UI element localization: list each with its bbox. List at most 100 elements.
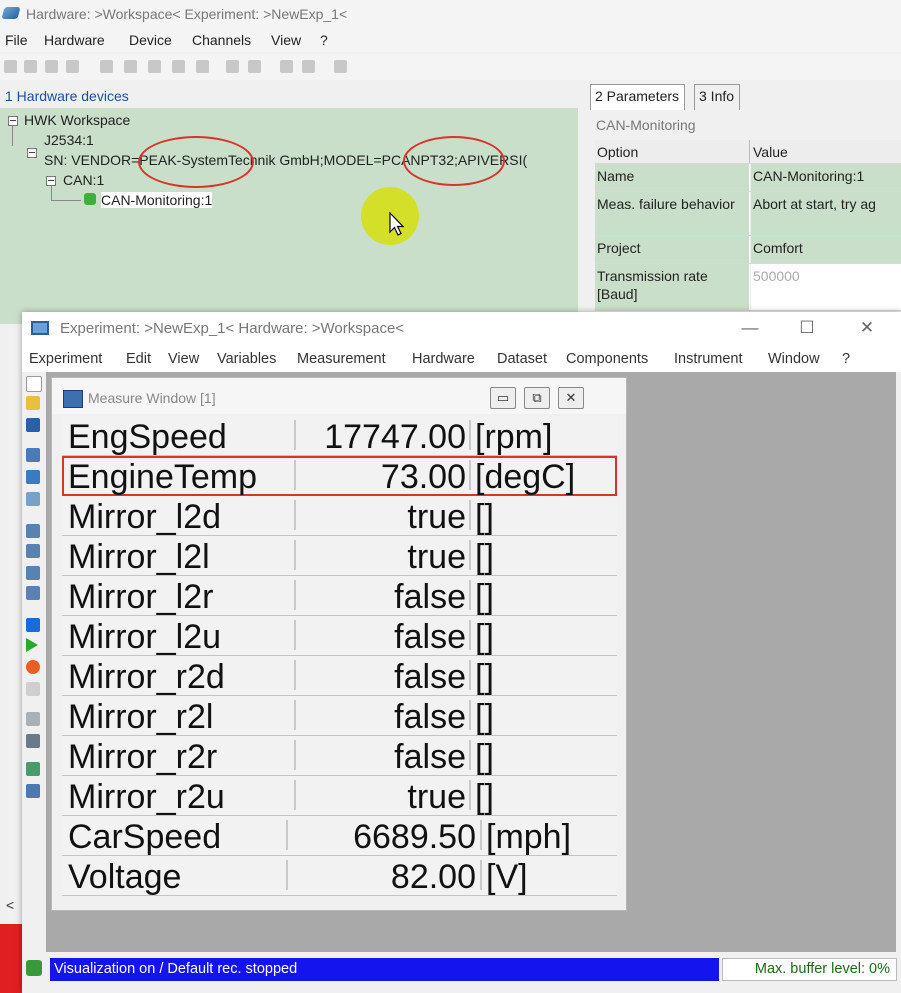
save-icon[interactable] bbox=[24, 60, 37, 73]
param-value[interactable]: CAN-Monitoring:1 bbox=[751, 164, 901, 191]
param-row[interactable]: Project Comfort bbox=[595, 236, 901, 264]
measure-window-titlebar: Measure Window [1] ▭ ⧉ ✕ bbox=[52, 378, 626, 414]
stop-icon[interactable] bbox=[302, 60, 315, 73]
menu-instrument[interactable]: Instrument bbox=[674, 351, 743, 367]
disconnect-icon[interactable] bbox=[26, 712, 40, 726]
menu-file[interactable]: File bbox=[5, 32, 28, 48]
measure-restore-button[interactable]: ⧉ bbox=[524, 387, 550, 409]
connect-icon[interactable] bbox=[26, 734, 40, 748]
hardware-icon[interactable] bbox=[172, 60, 185, 73]
measure-row[interactable]: Mirror_l2u false[] bbox=[62, 616, 617, 656]
annotation-model-circle bbox=[403, 136, 505, 186]
collapse-workspace-icon[interactable] bbox=[8, 116, 18, 126]
window-icon[interactable] bbox=[26, 566, 40, 580]
menu-variables[interactable]: Variables bbox=[217, 351, 276, 367]
menu-help[interactable]: ? bbox=[842, 351, 850, 367]
measure-row[interactable]: Mirror_r2r false[] bbox=[62, 736, 617, 776]
menu-view[interactable]: View bbox=[168, 351, 199, 367]
menu-device[interactable]: Device bbox=[129, 32, 172, 48]
menu-hardware[interactable]: Hardware bbox=[412, 351, 475, 367]
device-icon[interactable] bbox=[66, 60, 79, 73]
device-icon[interactable] bbox=[26, 448, 40, 462]
collapse-can-icon[interactable] bbox=[46, 176, 56, 186]
delete-icon[interactable] bbox=[124, 60, 137, 73]
menu-edit[interactable]: Edit bbox=[126, 351, 151, 367]
measure-row[interactable]: Mirror_r2l false[] bbox=[62, 696, 617, 736]
menu-view[interactable]: View bbox=[271, 32, 301, 48]
measure-variable-name: Voltage bbox=[68, 858, 182, 896]
measure-row[interactable]: Mirror_l2l true[] bbox=[62, 536, 617, 576]
measure-row[interactable]: Mirror_r2d false[] bbox=[62, 656, 617, 696]
layers-icon[interactable] bbox=[26, 470, 40, 484]
zoom-icon[interactable] bbox=[26, 762, 40, 776]
menu-measurement[interactable]: Measurement bbox=[297, 351, 386, 367]
connect-icon[interactable] bbox=[248, 60, 261, 73]
param-row[interactable]: Transmission rate [Baud] 500000 bbox=[595, 264, 901, 311]
measure-minimize-button[interactable]: ▭ bbox=[490, 387, 516, 409]
tree-can[interactable]: CAN:1 bbox=[63, 172, 104, 188]
start-icon[interactable] bbox=[26, 638, 38, 652]
param-value[interactable]: 500000 bbox=[751, 264, 901, 310]
search-icon[interactable] bbox=[4, 60, 17, 73]
minimize-button[interactable]: — bbox=[738, 317, 762, 339]
measure-row[interactable]: Mirror_l2d true[] bbox=[62, 496, 617, 536]
tools-icon[interactable] bbox=[45, 60, 58, 73]
new-icon[interactable] bbox=[26, 376, 42, 392]
measure-row[interactable]: EngineTemp 73.00 [degC] bbox=[62, 456, 617, 496]
edit-icon[interactable] bbox=[334, 60, 347, 73]
vertical-toolbar bbox=[22, 372, 46, 932]
record-icon[interactable] bbox=[26, 660, 40, 674]
menu-experiment[interactable]: Experiment bbox=[29, 351, 102, 367]
param-value[interactable]: Comfort bbox=[751, 236, 901, 263]
measure-row[interactable]: EngSpeed 17747.00 [rpm] bbox=[62, 416, 617, 456]
measure-close-button[interactable]: ✕ bbox=[558, 387, 584, 409]
measure-row[interactable]: Mirror_r2u true[] bbox=[62, 776, 617, 816]
menu-components[interactable]: Components bbox=[566, 351, 648, 367]
measure-row[interactable]: CarSpeed 6689.50 [mph] bbox=[62, 816, 617, 856]
param-row[interactable]: Meas. failure behavior Abort at start, t… bbox=[595, 192, 901, 236]
export-icon[interactable] bbox=[26, 784, 40, 798]
status-bar: Visualization on / Default rec. stopped … bbox=[22, 955, 901, 983]
collapse-sn-icon[interactable] bbox=[27, 148, 37, 158]
measure-unit: [] bbox=[475, 498, 494, 536]
config-icon[interactable] bbox=[148, 60, 161, 73]
menu-channels[interactable]: Channels bbox=[192, 32, 251, 48]
table-icon[interactable] bbox=[26, 544, 40, 558]
tree-can-monitoring[interactable]: CAN-Monitoring:1 bbox=[101, 192, 213, 208]
monitor-icon[interactable] bbox=[226, 60, 239, 73]
open-icon[interactable] bbox=[26, 396, 40, 410]
maximize-button[interactable]: ☐ bbox=[795, 317, 819, 339]
list-icon[interactable] bbox=[26, 524, 40, 538]
measure-variable-name: Mirror_r2u bbox=[68, 778, 225, 816]
tab-parameters[interactable]: 2 Parameters bbox=[590, 84, 686, 110]
play-icon[interactable] bbox=[280, 60, 293, 73]
experiment-titlebar: Experiment: >NewExp_1< Hardware: >Worksp… bbox=[22, 312, 901, 346]
menu-help[interactable]: ? bbox=[320, 32, 328, 48]
close-button[interactable]: ✕ bbox=[855, 317, 879, 339]
measure-row[interactable]: Mirror_l2r false[] bbox=[62, 576, 617, 616]
tree-workspace[interactable]: HWK Workspace bbox=[24, 112, 130, 128]
measure-value: 82.00 bbox=[390, 858, 476, 896]
tab-info[interactable]: 3 Info bbox=[694, 84, 741, 110]
measure-variable-name: Mirror_l2d bbox=[68, 498, 222, 536]
add-icon[interactable] bbox=[100, 60, 113, 73]
param-row[interactable]: Name CAN-Monitoring:1 bbox=[595, 164, 901, 192]
calibrate-icon[interactable] bbox=[26, 492, 40, 506]
save-icon[interactable] bbox=[26, 418, 40, 432]
measure-variable-name: Mirror_l2u bbox=[68, 618, 222, 656]
scroll-left-icon[interactable]: < bbox=[6, 897, 14, 913]
measure-row[interactable]: Voltage 82.00 [V] bbox=[62, 856, 617, 896]
panel-splitter[interactable] bbox=[578, 84, 590, 324]
param-option: Name bbox=[595, 164, 750, 191]
menu-window[interactable]: Window bbox=[768, 351, 820, 367]
tree-j2534[interactable]: J2534:1 bbox=[44, 132, 94, 148]
param-value[interactable]: Abort at start, try ag bbox=[751, 192, 901, 235]
settings-icon[interactable] bbox=[196, 60, 209, 73]
taskbar-strip bbox=[0, 924, 22, 993]
graph-icon[interactable] bbox=[26, 586, 40, 600]
pause-icon[interactable] bbox=[26, 682, 40, 696]
measure-value: false bbox=[394, 578, 466, 616]
menu-hardware[interactable]: Hardware bbox=[44, 32, 105, 48]
panel-icon[interactable] bbox=[26, 618, 40, 632]
menu-dataset[interactable]: Dataset bbox=[497, 351, 547, 367]
